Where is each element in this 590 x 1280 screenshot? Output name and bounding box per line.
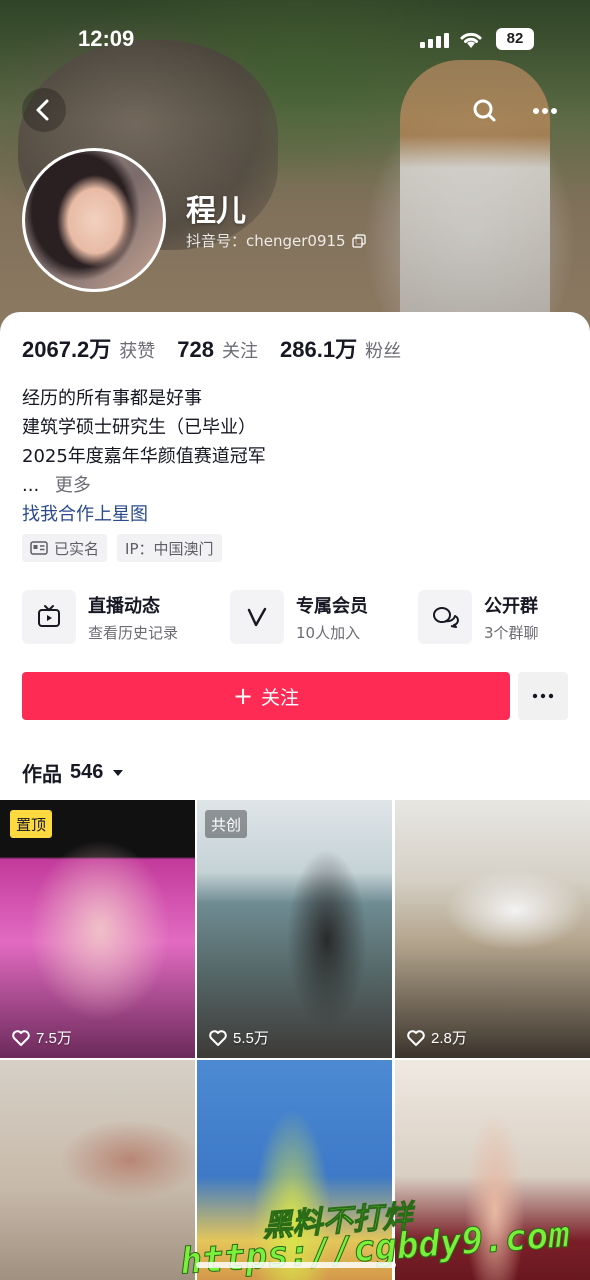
- tv-icon: [22, 590, 76, 644]
- public-group-entry[interactable]: 公开群 3个群聊: [418, 588, 568, 646]
- bio-more-link[interactable]: 更多: [55, 475, 91, 496]
- collaboration-link[interactable]: 找我合作上星图: [22, 500, 148, 526]
- feature-subtitle: 3个群聊: [484, 624, 539, 642]
- bio-line: 经历的所有事都是好事: [22, 388, 202, 409]
- bio-line: 建筑学硕士研究生（已毕业）: [22, 417, 256, 438]
- verified-tag-label: 已实名: [54, 539, 100, 558]
- id-card-icon: [30, 541, 48, 555]
- profile-name: 程儿: [186, 194, 246, 229]
- douyin-id-text: 抖音号：chenger0915: [186, 232, 346, 250]
- membership-entry[interactable]: 专属会员 10人加入: [230, 588, 400, 646]
- profile-tags: 已实名 IP：中国澳门: [22, 534, 222, 562]
- v-icon: [230, 590, 284, 644]
- search-button[interactable]: [466, 92, 504, 130]
- works-label: 作品: [22, 762, 62, 786]
- douyin-id[interactable]: 抖音号：chenger0915: [186, 230, 366, 251]
- plus-icon: +: [232, 682, 254, 710]
- status-time: 12:09: [78, 26, 135, 51]
- avatar[interactable]: [22, 148, 166, 292]
- battery-indicator: 82: [496, 28, 534, 50]
- bio-line: 2025年度嘉年华颜值赛道冠军: [22, 446, 266, 467]
- more-dots-icon: [532, 693, 554, 699]
- bio-more-row[interactable]: ... 更多: [22, 471, 266, 500]
- bio: 经历的所有事都是好事 建筑学硕士研究生（已毕业） 2025年度嘉年华颜值赛道冠军…: [22, 384, 266, 500]
- video-likes-count: 2.8万: [431, 1030, 467, 1047]
- heart-icon: [407, 1029, 425, 1046]
- chevron-left-icon: [36, 99, 49, 121]
- video-likes: 2.8万: [407, 1027, 467, 1048]
- video-tile[interactable]: 置顶 7.5万: [0, 800, 195, 1058]
- back-button[interactable]: [22, 88, 66, 132]
- profile-stats: 2067.2万 获赞 728 关注 286.1万 粉丝: [22, 332, 423, 364]
- video-tile[interactable]: [0, 1060, 195, 1280]
- video-tile[interactable]: 2.8万: [395, 800, 590, 1058]
- feature-row: 直播动态 查看历史记录 专属会员 10人加入 公开群 3个群聊: [22, 588, 568, 646]
- caret-down-icon: [113, 769, 124, 776]
- feature-subtitle: 10人加入: [296, 624, 361, 642]
- status-bar: 12:09 82: [0, 22, 590, 58]
- follow-button-label: 关注: [261, 686, 300, 709]
- pinned-badge: 置顶: [10, 810, 53, 838]
- followers-label[interactable]: 粉丝: [365, 337, 401, 363]
- feature-title: 公开群: [484, 596, 538, 617]
- profile-card: 2067.2万 获赞 728 关注 286.1万 粉丝 经历的所有事都是好事 建…: [0, 312, 590, 1280]
- feature-subtitle: 查看历史记录: [88, 624, 179, 642]
- feature-title: 专属会员: [296, 596, 368, 617]
- more-dots-icon: [533, 108, 557, 114]
- ip-location-tag: IP：中国澳门: [117, 534, 222, 562]
- following-label[interactable]: 关注: [222, 337, 258, 363]
- search-icon: [473, 99, 496, 122]
- feature-title: 直播动态: [88, 596, 160, 617]
- copy-icon[interactable]: [351, 233, 366, 248]
- home-indicator[interactable]: [196, 1262, 396, 1268]
- tab-works[interactable]: 作品 546: [22, 758, 125, 787]
- verified-tag[interactable]: 已实名: [22, 534, 108, 562]
- likes-count[interactable]: 2067.2万: [22, 332, 111, 364]
- heart-icon: [209, 1029, 227, 1046]
- video-likes: 5.5万: [209, 1027, 269, 1048]
- live-history-entry[interactable]: 直播动态 查看历史记录: [22, 588, 212, 646]
- bio-ellipsis: ...: [22, 475, 40, 496]
- cellular-signal-icon: [420, 32, 450, 48]
- video-likes: 7.5万: [12, 1027, 72, 1048]
- video-tile[interactable]: 共创 5.5万: [197, 800, 392, 1058]
- video-likes-count: 7.5万: [36, 1030, 72, 1047]
- wifi-icon: [460, 32, 482, 48]
- co-creation-badge: 共创: [205, 810, 248, 838]
- followers-count[interactable]: 286.1万: [280, 332, 357, 364]
- ip-location-label: IP：中国澳门: [125, 539, 214, 558]
- chat-icon: [418, 590, 472, 644]
- follow-more-button[interactable]: [518, 672, 568, 720]
- more-options-button[interactable]: [526, 92, 564, 130]
- heart-icon: [12, 1029, 30, 1046]
- follow-button[interactable]: + 关注: [22, 672, 510, 720]
- video-likes-count: 5.5万: [233, 1030, 269, 1047]
- likes-label[interactable]: 获赞: [119, 337, 155, 363]
- following-count[interactable]: 728: [177, 337, 214, 363]
- works-count: 546: [70, 761, 104, 783]
